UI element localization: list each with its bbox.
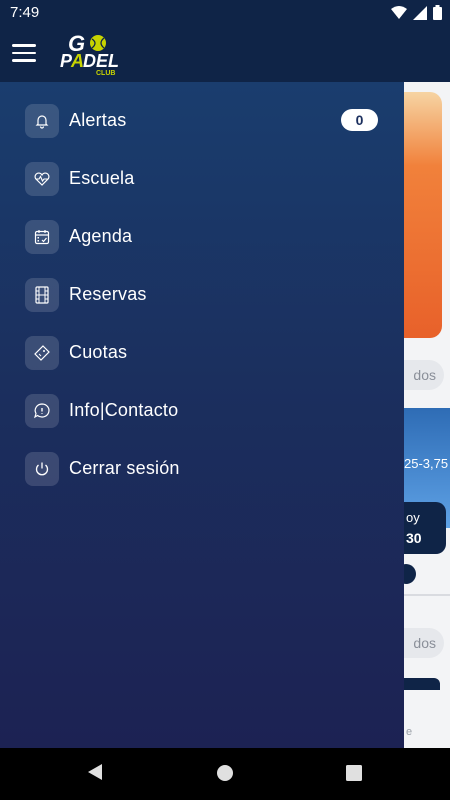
booking-badge[interactable]: oy 30 [404,502,446,554]
drawer-item-escuela[interactable]: Escuela [0,156,404,206]
status-icons [391,5,442,20]
status-bar: 7:49 [0,0,450,26]
booking-badge-line2: 30 [406,530,422,546]
drawer-item-reservas[interactable]: Reservas [0,272,404,322]
menu-icon[interactable] [12,44,36,62]
drawer-item-alertas[interactable]: Alertas 0 [0,98,404,148]
alerts-count-badge: 0 [341,109,378,131]
divider [404,594,450,596]
wifi-icon [391,5,407,19]
ticket-tag-icon [25,336,59,370]
back-icon[interactable] [86,762,104,782]
home-icon[interactable] [216,764,234,782]
calendar-check-icon [25,220,59,254]
share-icon[interactable] [404,564,416,584]
bell-icon [25,104,59,138]
drawer-item-label: Info|Contacto [69,400,179,420]
card-top-edge [404,678,440,690]
chat-bubble-icon [25,394,59,428]
power-icon [25,452,59,486]
film-court-icon [25,278,59,312]
drawer-item-label: Alertas [69,110,127,130]
svg-text:CLUB: CLUB [96,70,115,76]
booking-badge-line1: oy [406,510,420,525]
background-content: dos 25-3,75 oy 30 dos e [404,82,450,748]
svg-text:A: A [70,51,84,71]
drawer-item-label: Cerrar sesión [69,458,180,478]
drawer-item-label: Cuotas [69,342,128,362]
battery-icon [433,5,442,20]
drawer-item-agenda[interactable]: Agenda [0,214,404,264]
drawer-item-label: Agenda [69,226,133,246]
filter-chip[interactable]: dos [404,360,444,390]
heart-pulse-icon [25,162,59,196]
drawer-item-label: Reservas [69,284,147,304]
drawer-item-cerrar-sesion[interactable]: Cerrar sesión [0,446,404,496]
promo-card-image [404,92,442,338]
signal-icon [413,5,427,20]
filter-chip-2[interactable]: dos [404,628,444,658]
navigation-drawer: Alertas 0 Escuela Agenda Reservas Cuotas… [0,82,404,748]
svg-text:DEL: DEL [83,51,119,71]
court-detail-text: 25-3,75 [404,456,449,471]
drawer-item-info-contacto[interactable]: Info|Contacto [0,388,404,438]
system-navigation-bar [0,748,450,800]
drawer-item-label: Escuela [69,168,135,188]
app-bar: G P A DEL CLUB [0,26,450,82]
recents-icon[interactable] [346,765,362,781]
status-time: 7:49 [10,4,40,21]
go-padel-logo: G P A DEL CLUB [60,31,119,76]
footer-letter: e [406,726,413,738]
drawer-item-cuotas[interactable]: Cuotas [0,330,404,380]
